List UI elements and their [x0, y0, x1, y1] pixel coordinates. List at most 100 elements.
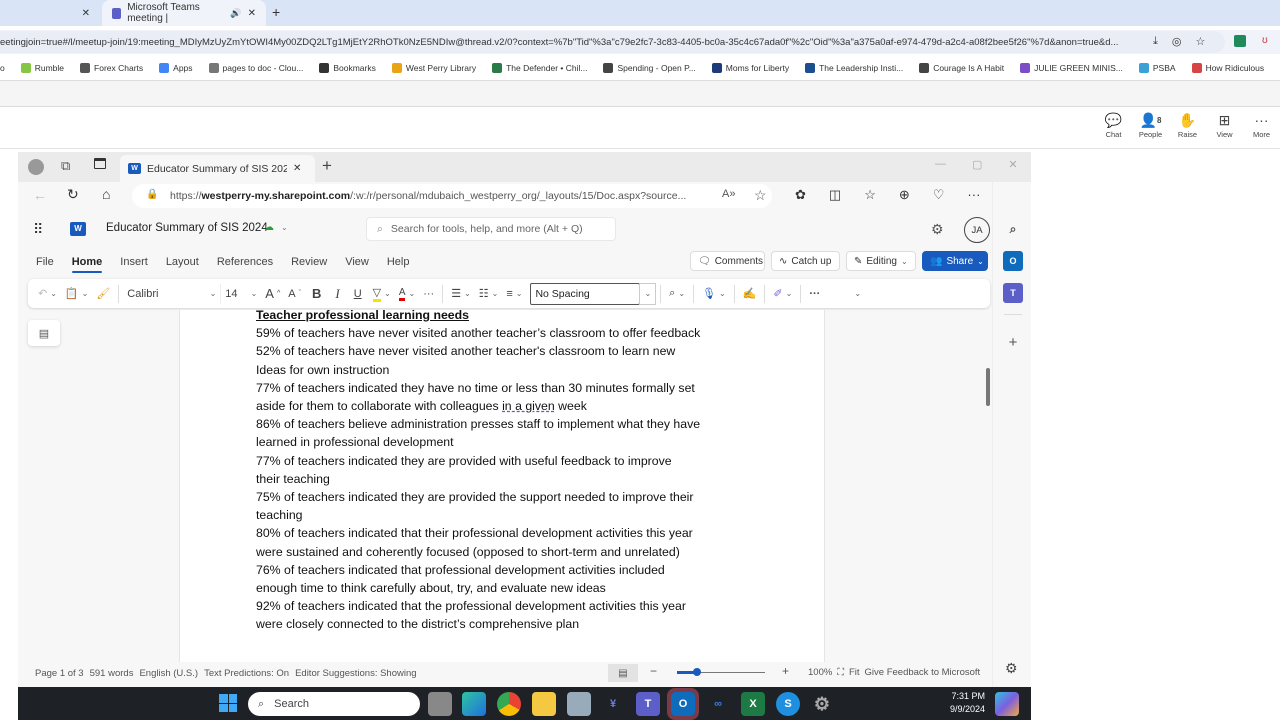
close-tab-icon[interactable]: ✕: [82, 8, 90, 19]
bookmark-item[interactable]: JULIE GREEN MINIS...: [1012, 63, 1131, 73]
font-name-select[interactable]: Calibri ⌄: [123, 283, 222, 304]
italic-button[interactable]: I: [328, 284, 346, 304]
edge-address-bar[interactable]: 🔒 https://westperry-my.sharepoint.com/:w…: [132, 184, 772, 208]
tab-file[interactable]: File: [27, 251, 63, 273]
find-button[interactable]: ⌕ ⌄: [665, 284, 689, 304]
avatar[interactable]: JA: [964, 217, 990, 243]
bookmark-item[interactable]: Moms for Liberty: [704, 63, 797, 73]
comments-button[interactable]: 🗨 Comments: [690, 251, 765, 271]
editor-suggestion[interactable]: in a given: [502, 399, 555, 413]
style-select[interactable]: No Spacing: [530, 282, 641, 305]
share-button[interactable]: 👥 Share ⌄: [922, 251, 988, 271]
app-launcher-icon[interactable]: ⠿: [33, 221, 43, 238]
outlook-icon[interactable]: O: [1003, 251, 1023, 271]
editor-suggestions[interactable]: Editor Suggestions: Showing: [292, 668, 419, 679]
document-body[interactable]: Teacher professional learning needs 59% …: [256, 306, 776, 634]
system-clock[interactable]: 7:31 PM 9/9/2024: [935, 690, 985, 716]
settings-taskbar-icon[interactable]: ⚙: [810, 692, 834, 716]
profile-icon[interactable]: [28, 159, 44, 175]
bookmark-item[interactable]: How Ridiculous: [1184, 63, 1273, 73]
text-predictions[interactable]: Text Predictions: On: [201, 668, 292, 679]
outer-tab-teams[interactable]: Microsoft Teams meeting | 🔊 ✕: [102, 0, 266, 26]
grow-font-button[interactable]: A ^: [261, 284, 284, 304]
collections-icon[interactable]: ⊕: [899, 187, 910, 203]
zoom-out-button[interactable]: −: [650, 664, 657, 678]
tab-layout[interactable]: Layout: [157, 251, 208, 273]
copilot-taskbar-icon[interactable]: [995, 692, 1019, 716]
file-explorer-icon[interactable]: [532, 692, 556, 716]
database-app-icon[interactable]: [567, 692, 591, 716]
outer-tab-1[interactable]: ✕: [0, 0, 100, 26]
add-sidebar-app-icon[interactable]: +: [1003, 332, 1023, 352]
more-font-options-icon[interactable]: ···: [419, 284, 438, 304]
webex-icon[interactable]: ∞: [706, 692, 730, 716]
edge-icon[interactable]: [462, 692, 486, 716]
extension-icon-2[interactable]: ʊ: [1262, 35, 1274, 47]
teams-view-button[interactable]: ⊞ View: [1206, 112, 1243, 146]
teams-taskbar-icon[interactable]: T: [636, 692, 660, 716]
zoom-slider-thumb[interactable]: [693, 668, 701, 676]
fit-button[interactable]: Fit: [849, 667, 860, 678]
numbering-button[interactable]: ☷ ⌄: [475, 284, 503, 304]
dictate-button[interactable]: 🎙 ⌄: [698, 284, 730, 304]
page-count[interactable]: Page 1 of 3: [18, 668, 87, 679]
tab-view[interactable]: View: [336, 251, 378, 273]
align-button[interactable]: ≡ ⌄: [502, 284, 526, 304]
font-size-select[interactable]: 14 ⌄: [221, 284, 261, 304]
home-icon[interactable]: ⌂: [102, 186, 110, 202]
chrome-icon[interactable]: [497, 692, 521, 716]
extensions-icon[interactable]: ✿: [795, 187, 806, 203]
audio-icon[interactable]: 🔊: [230, 8, 241, 19]
shrink-font-button[interactable]: Aˇ: [284, 284, 305, 304]
highlight-button[interactable]: ▽ ⌄: [369, 284, 395, 304]
bookmark-item[interactable]: Spending - Open P...: [595, 63, 703, 73]
close-tab-icon[interactable]: ✕: [293, 163, 301, 174]
star-icon[interactable]: ☆: [1195, 35, 1205, 48]
bookmark-item[interactable]: West Perry Library: [384, 63, 484, 73]
bookmark-item[interactable]: Courage Is A Habit: [911, 63, 1012, 73]
bookmark-item[interactable]: GovTrack.us: [1272, 63, 1280, 73]
favorite-icon[interactable]: ☆: [754, 187, 767, 204]
print-layout-button[interactable]: ▤: [608, 664, 638, 682]
sidebar-settings-icon[interactable]: ⚙: [1005, 660, 1018, 677]
format-painter-button[interactable]: 🖌: [92, 284, 114, 304]
feedback-link[interactable]: Give Feedback to Microsoft: [865, 667, 981, 678]
eye-off-icon[interactable]: ◎: [1172, 35, 1182, 48]
teams-people-button[interactable]: 👤 8 People: [1132, 112, 1169, 146]
paste-button[interactable]: 📋 ⌄: [61, 284, 92, 304]
word-logo-icon[interactable]: W: [70, 222, 86, 236]
bookmark-item[interactable]: PSBA: [1131, 63, 1184, 73]
tab-references[interactable]: References: [208, 251, 282, 273]
teams-chat-button[interactable]: 💬 Chat: [1095, 112, 1132, 146]
minimize-button[interactable]: —: [935, 158, 946, 171]
undo-button[interactable]: ↶ ⌄: [28, 284, 61, 304]
word-count[interactable]: 591 words: [87, 668, 137, 679]
tab-actions-icon[interactable]: [94, 158, 106, 169]
zoom-in-button[interactable]: +: [782, 664, 789, 678]
outer-address-bar[interactable]: eetingjoin=true#/l/meetup-join/19:meetin…: [0, 31, 1225, 53]
bold-button[interactable]: B: [305, 284, 328, 304]
skype-icon[interactable]: S: [776, 692, 800, 716]
bookmark-item[interactable]: The Leadership Insti...: [797, 63, 911, 73]
teams-raise-button[interactable]: ✋ Raise: [1169, 112, 1206, 146]
bookmark-item[interactable]: pages to doc - Clou...: [201, 63, 312, 73]
style-dropdown-chevron[interactable]: ⌄: [639, 282, 657, 305]
tab-insert[interactable]: Insert: [111, 251, 157, 273]
sidebar-search-icon[interactable]: ⌕: [1003, 219, 1023, 239]
tab-home[interactable]: Home: [63, 251, 112, 273]
excel-icon[interactable]: X: [741, 692, 765, 716]
taskbar-search[interactable]: ⌕ Search: [248, 692, 420, 716]
workspaces-icon[interactable]: ⧉: [61, 158, 70, 174]
font-color-button[interactable]: A ⌄: [395, 284, 419, 304]
read-aloud-icon[interactable]: A»: [722, 188, 735, 200]
designer-button[interactable]: ✐ ⌄: [769, 284, 796, 304]
bookmark-item[interactable]: Apps: [151, 63, 200, 73]
back-icon[interactable]: ←: [33, 187, 47, 203]
close-tab-icon[interactable]: ✕: [248, 8, 256, 19]
expand-ribbon-chevron[interactable]: ⌄: [850, 284, 865, 304]
tab-help[interactable]: Help: [378, 251, 419, 273]
bookmark-item[interactable]: Bookmarks: [311, 63, 384, 73]
tab-review[interactable]: Review: [282, 251, 336, 273]
outlook-taskbar-icon[interactable]: O: [667, 688, 699, 720]
edge-tab-document[interactable]: W Educator Summary of SIS 2024.do ✕: [120, 155, 315, 182]
